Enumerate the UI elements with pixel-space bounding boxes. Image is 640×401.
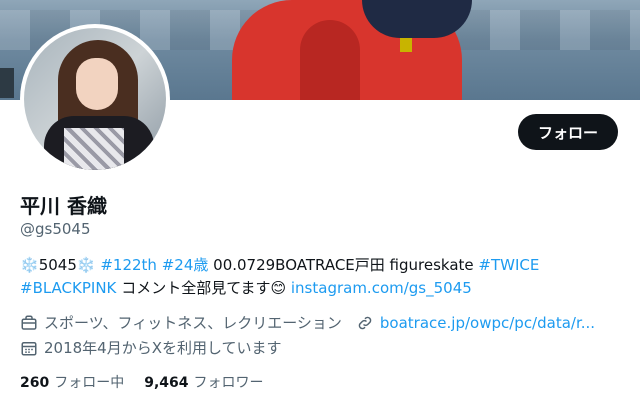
bio: ❄️5045❄️ #122th #24歳 00.0729BOATRACE戸田 f…	[20, 254, 620, 300]
following-label: フォロー中	[54, 375, 125, 391]
snowflake-icon: ❄️	[76, 256, 96, 274]
calendar-icon	[20, 339, 38, 357]
website-link[interactable]: boatrace.jp/owpc/pc/data/r...	[380, 314, 595, 332]
banner-pole	[0, 68, 14, 98]
hashtag-blackpink[interactable]: #BLACKPINK	[20, 279, 116, 297]
briefcase-icon	[20, 314, 38, 332]
avatar-face	[76, 58, 118, 110]
bio-text: 00.0729BOATRACE戸田 figureskate	[213, 256, 474, 274]
banner-jacket-shade	[300, 20, 360, 100]
bio-number: 5045	[38, 256, 77, 274]
instagram-link[interactable]: instagram.com/gs_5045	[291, 279, 472, 297]
following-count: 260	[20, 375, 50, 391]
display-name: 平川 香織	[20, 194, 107, 218]
avatar[interactable]	[20, 24, 170, 174]
snowflake-icon: ❄️	[20, 256, 39, 274]
followers-label: フォロワー	[193, 375, 264, 391]
followers-link[interactable]: 9,464 フォロワー	[144, 372, 263, 392]
category-label: スポーツ、フィットネス、レクリエーション	[44, 314, 342, 332]
follow-stats: 260 フォロー中 9,464 フォロワー	[20, 372, 264, 392]
hashtag-twice[interactable]: #TWICE	[478, 256, 539, 274]
profile-meta: スポーツ、フィットネス、レクリエーション boatrace.jp/owpc/pc…	[20, 312, 595, 333]
bio-text-2: コメント全部見てます	[121, 279, 271, 297]
followers-count: 9,464	[144, 375, 189, 391]
hashtag-24[interactable]: #24歳	[162, 256, 209, 274]
join-date-row: 2018年4月からXを利用しています	[20, 337, 282, 358]
avatar-plaid	[64, 128, 124, 170]
banner-logo-mark	[400, 38, 412, 52]
follow-button[interactable]: フォロー	[518, 114, 618, 150]
smile-icon: 😊	[270, 279, 287, 297]
user-handle: @gs5045	[20, 220, 91, 238]
avatar-image	[24, 28, 166, 170]
following-link[interactable]: 260 フォロー中	[20, 372, 124, 392]
join-date: 2018年4月からXを利用しています	[44, 339, 282, 357]
hashtag-122th[interactable]: #122th	[100, 256, 157, 274]
link-icon	[356, 314, 374, 332]
